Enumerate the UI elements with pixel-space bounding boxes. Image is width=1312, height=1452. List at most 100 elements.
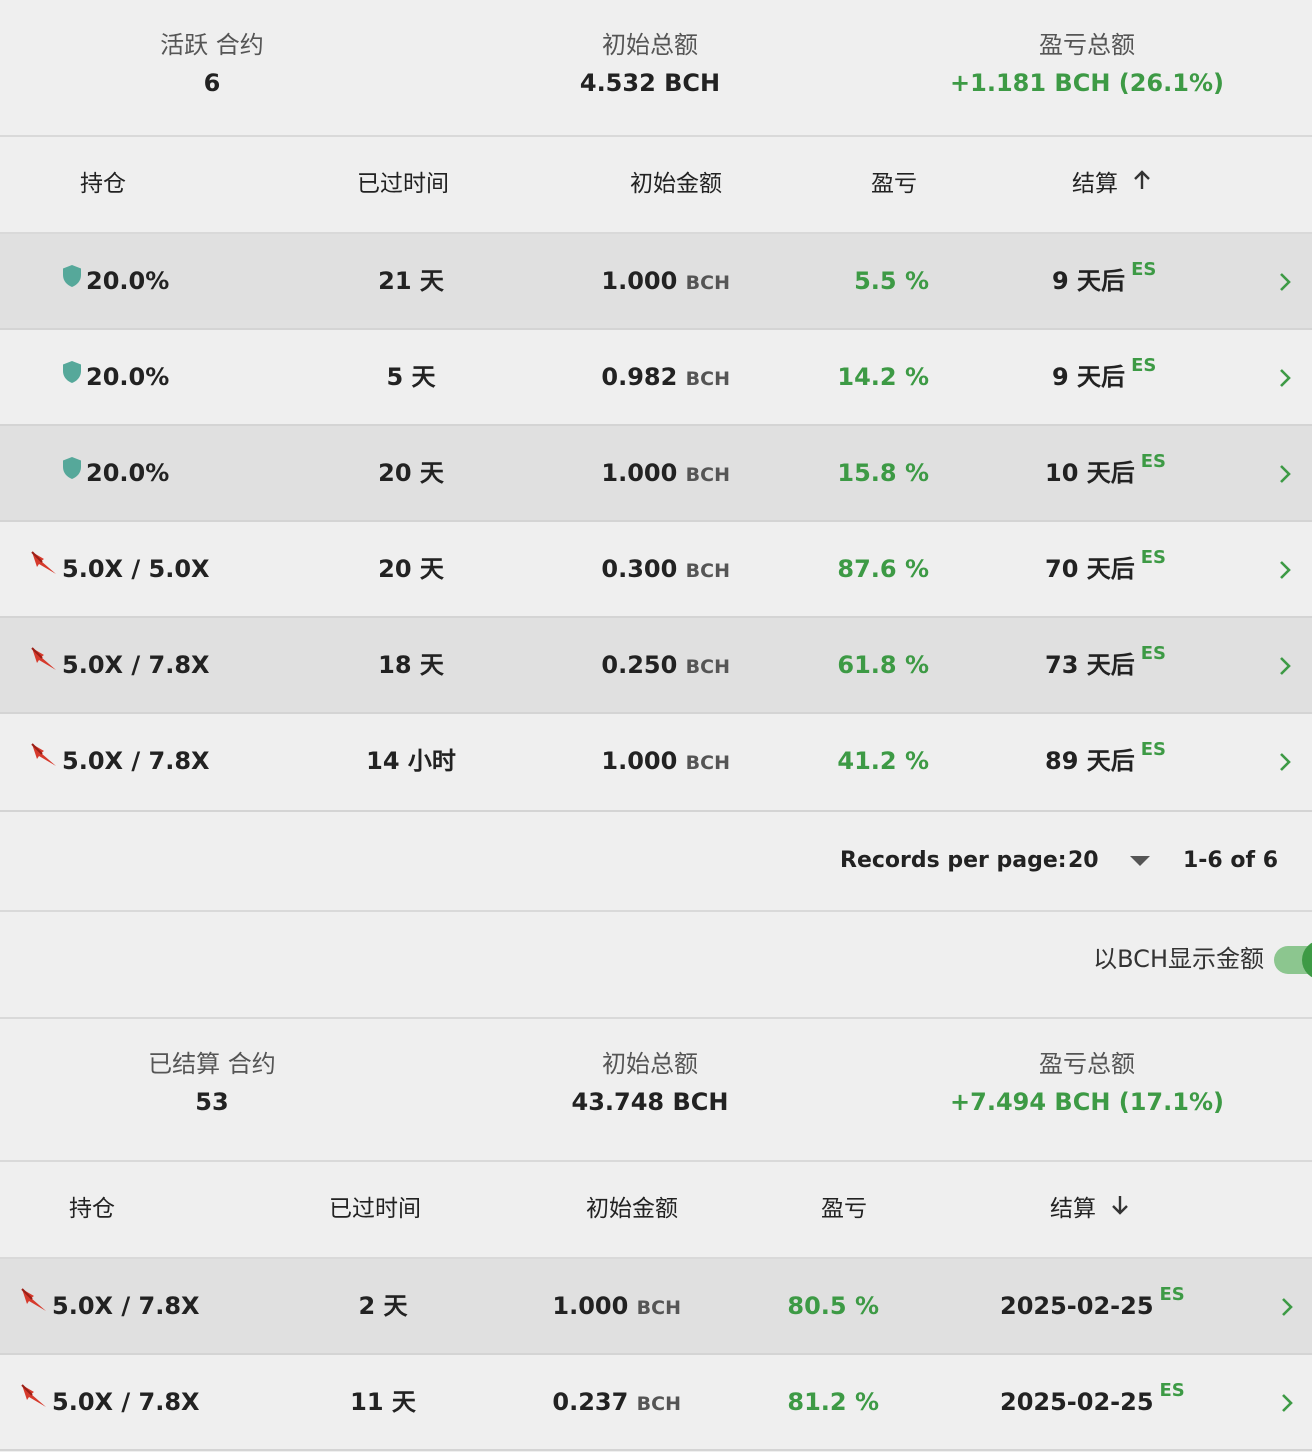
sort-ascending-icon[interactable] (1132, 137, 1152, 232)
settle-cell: 2025-02-25 ES (1000, 1380, 1185, 1416)
col-header-elapsed[interactable]: 已过时间 (329, 1162, 421, 1257)
chevron-right-icon[interactable] (1278, 522, 1292, 616)
active-initial-value: 4.532 BCH (579, 69, 721, 97)
leverage-icon (30, 713, 58, 807)
chevron-right-icon[interactable] (1278, 426, 1292, 520)
chevron-right-icon[interactable] (1278, 618, 1292, 712)
caret-down-icon[interactable] (1130, 848, 1151, 873)
position-cell: 20.0% (62, 330, 169, 425)
active-contracts-label: 活跃 合约 (160, 31, 264, 59)
col-header-position[interactable]: 持仓 (69, 1162, 115, 1257)
settled-summary: 已结算 合约 53 初始总额 43.748 BCH 盈亏总额 +7.494 BC… (0, 1019, 1312, 1162)
pnl-cell: 81.2 % (787, 1388, 879, 1416)
es-badge: ES (1159, 1380, 1185, 1401)
col-header-settle-label: 结算 (1050, 1196, 1096, 1222)
chevron-right-icon[interactable] (1280, 1259, 1294, 1353)
settle-cell: 10 天后 ES (1045, 451, 1167, 487)
elapsed-cell: 18 天 (378, 651, 444, 679)
settled-initial-stat: 初始总额 43.748 BCH (572, 1047, 729, 1123)
settle-cell: 9 天后 ES (1052, 259, 1157, 295)
table-row[interactable]: 5.0X / 5.0X 20 天 0.300 BCH 87.6 % 70 天后 E… (0, 522, 1312, 618)
active-contracts-value: 6 (203, 69, 221, 97)
table-row[interactable]: 5.0X / 7.8X 18 天 0.250 BCH 61.8 % 73 天后 E… (0, 618, 1312, 714)
col-header-pnl[interactable]: 盈亏 (821, 1162, 867, 1257)
col-header-settle[interactable]: 结算 (1050, 1162, 1130, 1257)
settled-initial-value: 43.748 BCH (571, 1088, 729, 1116)
amount-cell: 1.000 BCH (552, 1292, 681, 1320)
bch-display-toggle-row: 以BCH显示金额 (0, 912, 1312, 1019)
position-cell: 5.0X / 7.8X (30, 618, 210, 713)
table-row[interactable]: 5.0X / 7.8X 2 天 1.000 BCH 80.5 % 2025-02… (0, 1259, 1312, 1355)
settled-pnl-value: +7.494 BCH (17.1%) (950, 1088, 1224, 1116)
es-badge: ES (1140, 451, 1167, 472)
pnl-cell: 15.8 % (837, 459, 929, 487)
col-header-elapsed[interactable]: 已过时间 (357, 137, 449, 232)
records-per-page-value: 20 (1068, 848, 1099, 873)
amount-cell: 1.000 BCH (601, 267, 730, 295)
col-header-position[interactable]: 持仓 (80, 137, 126, 232)
chevron-right-icon[interactable] (1278, 330, 1292, 424)
col-header-pnl[interactable]: 盈亏 (871, 137, 917, 232)
records-per-page-label: Records per page: (840, 848, 1067, 873)
elapsed-cell: 2 天 (358, 1292, 408, 1320)
position-cell: 5.0X / 7.8X (30, 714, 210, 809)
table-row[interactable]: 20.0% 20 天 1.000 BCH 15.8 % 10 天后 ES (0, 426, 1312, 522)
leverage-icon (30, 617, 58, 711)
records-per-page-select[interactable]: 20 (1068, 812, 1151, 910)
settle-cell: 89 天后 ES (1045, 739, 1167, 775)
position-cell: 20.0% (62, 234, 169, 329)
settled-table-header: 持仓 已过时间 初始金额 盈亏 结算 (0, 1162, 1312, 1259)
col-header-settle[interactable]: 结算 (1072, 137, 1152, 232)
pnl-cell: 14.2 % (837, 363, 929, 391)
table-row[interactable]: 5.0X / 7.8X 14 小时 1.000 BCH 41.2 % 89 天后… (0, 714, 1312, 812)
active-pnl-value: +1.181 BCH (26.1%) (950, 69, 1224, 97)
active-pnl-stat: 盈亏总额 +1.181 BCH (26.1%) (950, 28, 1224, 104)
settled-initial-label: 初始总额 (602, 1050, 698, 1078)
settled-contracts-stat: 已结算 合约 53 (148, 1047, 276, 1123)
settle-cell: 70 天后 ES (1045, 547, 1167, 583)
settle-cell: 2025-02-25 ES (1000, 1284, 1185, 1320)
amount-cell: 0.237 BCH (552, 1388, 681, 1416)
elapsed-cell: 20 天 (378, 555, 444, 583)
table-row[interactable]: 5.0X / 7.8X 11 天 0.237 BCH 81.2 % 2025-0… (0, 1355, 1312, 1451)
es-badge: ES (1131, 259, 1157, 280)
pnl-cell: 80.5 % (787, 1292, 879, 1320)
pnl-cell: 87.6 % (837, 555, 929, 583)
chevron-right-icon[interactable] (1280, 1355, 1294, 1449)
elapsed-cell: 5 天 (386, 363, 436, 391)
position-cell: 5.0X / 7.8X (20, 1259, 200, 1354)
position-cell: 20.0% (62, 426, 169, 521)
table-row[interactable]: 20.0% 5 天 0.982 BCH 14.2 % 9 天后 ES (0, 330, 1312, 426)
settled-table-body: 5.0X / 7.8X 2 天 1.000 BCH 80.5 % 2025-02… (0, 1259, 1312, 1451)
elapsed-cell: 11 天 (350, 1388, 416, 1416)
col-header-initial[interactable]: 初始金额 (586, 1162, 678, 1257)
active-initial-stat: 初始总额 4.532 BCH (580, 28, 720, 104)
elapsed-cell: 21 天 (378, 267, 444, 295)
leverage-icon (20, 1258, 48, 1352)
position-cell: 5.0X / 5.0X (30, 522, 210, 617)
active-summary: 活跃 合约 6 初始总额 4.532 BCH 盈亏总额 +1.181 BCH (… (0, 0, 1312, 137)
sort-descending-icon[interactable] (1110, 1162, 1130, 1257)
pagination-bar: Records per page: 20 1-6 of 6 (0, 812, 1312, 912)
shield-icon (62, 233, 82, 327)
col-header-initial[interactable]: 初始金额 (630, 137, 722, 232)
settled-pnl-label: 盈亏总额 (1039, 1050, 1135, 1078)
settled-contracts-label: 已结算 合约 (148, 1050, 276, 1078)
amount-cell: 1.000 BCH (601, 747, 730, 775)
settle-cell: 9 天后 ES (1052, 355, 1157, 391)
amount-cell: 1.000 BCH (601, 459, 730, 487)
amount-cell: 0.982 BCH (601, 363, 730, 391)
settled-pnl-stat: 盈亏总额 +7.494 BCH (17.1%) (950, 1047, 1224, 1123)
position-cell: 5.0X / 7.8X (20, 1355, 200, 1450)
page-range: 1-6 of 6 (1182, 848, 1278, 873)
elapsed-cell: 20 天 (378, 459, 444, 487)
elapsed-cell: 14 小时 (366, 747, 456, 775)
es-badge: ES (1140, 547, 1167, 568)
pnl-cell: 61.8 % (837, 651, 929, 679)
table-row[interactable]: 20.0% 21 天 1.000 BCH 5.5 % 9 天后 ES (0, 234, 1312, 330)
chevron-right-icon[interactable] (1278, 234, 1292, 328)
pnl-cell: 41.2 % (837, 747, 929, 775)
shield-icon (62, 425, 82, 519)
settle-cell: 73 天后 ES (1045, 643, 1167, 679)
chevron-right-icon[interactable] (1278, 714, 1292, 808)
